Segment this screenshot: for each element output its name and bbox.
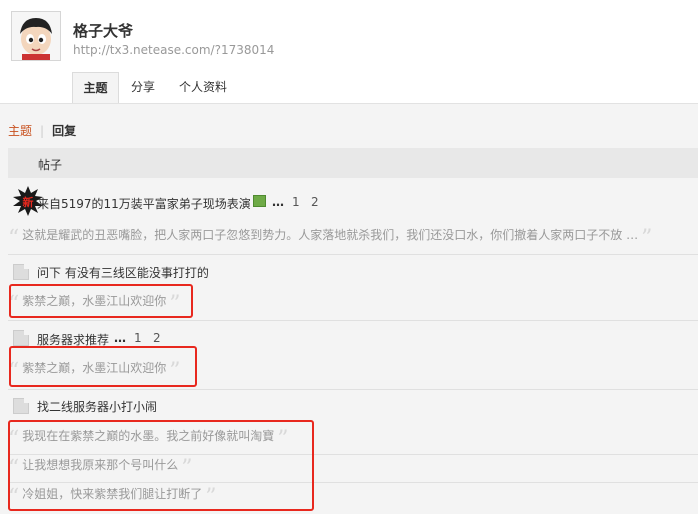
reply-quote[interactable]: “紫禁之巅，水墨江山欢迎你” [8, 359, 181, 385]
open-quote-icon: “ [8, 292, 20, 317]
row-divider [8, 389, 698, 390]
open-quote-icon: “ [8, 226, 20, 251]
filter-separator: | [40, 124, 45, 138]
profile-name[interactable]: 格子大爷 [73, 20, 133, 41]
profile-header: 格子大爷 http://tx3.netease.com/?1738014 主题 … [0, 0, 698, 104]
reply-text: 这就是耀武的丑恶嘴脸，把人家两口子忽悠到势力。人家落地就杀我们，我们还没口水，你… [22, 228, 639, 242]
row-divider [8, 254, 698, 255]
reply-quote[interactable]: “冷姐姐，快来紫禁我们腿让打断了” [8, 485, 217, 511]
tab-topics[interactable]: 主题 [72, 72, 119, 103]
row-divider [8, 454, 698, 455]
reply-quote[interactable]: “紫禁之巅，水墨江山欢迎你” [8, 292, 181, 318]
open-quote-icon: “ [8, 359, 20, 384]
row-divider [8, 320, 698, 321]
open-quote-icon: “ [8, 427, 20, 452]
close-quote-icon: ” [277, 427, 289, 452]
profile-url[interactable]: http://tx3.netease.com/?1738014 [73, 43, 274, 57]
row-divider [8, 482, 698, 483]
new-badge-label: 新 [23, 195, 34, 209]
tab-profile-info[interactable]: 个人资料 [168, 72, 238, 103]
thread-title[interactable]: 来自5197的11万装平富家弟子现场表演 [37, 195, 251, 212]
reply-text: 紫禁之巅，水墨江山欢迎你 [22, 361, 167, 375]
title-ellipsis: … [114, 331, 126, 345]
thread-doc-icon [13, 398, 29, 414]
open-quote-icon: “ [8, 456, 20, 481]
filter-replies-link[interactable]: 回复 [52, 124, 76, 138]
close-quote-icon: ” [169, 359, 181, 384]
page-link[interactable]: 2 [153, 331, 161, 345]
reply-quote[interactable]: “让我想想我原来那个号叫什么” [8, 456, 193, 482]
page-link[interactable]: 2 [311, 195, 319, 209]
thread-doc-icon [13, 264, 29, 280]
avatar[interactable] [11, 11, 61, 61]
thread-title[interactable]: 服务器求推荐 [37, 331, 109, 348]
page-link[interactable]: 1 [292, 195, 300, 209]
reply-quote[interactable]: “这就是耀武的丑恶嘴脸，把人家两口子忽悠到势力。人家落地就杀我们，我们还没口水，… [8, 226, 652, 252]
filter-topics-link[interactable]: 主题 [8, 124, 32, 138]
open-quote-icon: “ [8, 485, 20, 510]
posts-column-header: 帖子 [38, 158, 63, 172]
close-quote-icon: ” [641, 226, 653, 251]
close-quote-icon: ” [205, 485, 217, 510]
reply-text: 我现在在紫禁之巅的水墨。我之前好像就叫淘寶 [22, 429, 275, 443]
tab-share[interactable]: 分享 [120, 72, 166, 103]
close-quote-icon: ” [181, 456, 193, 481]
reply-quote[interactable]: “我现在在紫禁之巅的水墨。我之前好像就叫淘寶” [8, 427, 289, 453]
title-ellipsis: … [272, 195, 284, 209]
thread-title[interactable]: 问下 有没有三线区能没事打打的 [37, 264, 209, 281]
reply-text: 让我想想我原来那个号叫什么 [22, 458, 179, 472]
filter-bar: 主题 | 回复 [8, 124, 76, 138]
header-icon-column [8, 148, 30, 178]
page-link[interactable]: 1 [134, 331, 142, 345]
reply-text: 冷姐姐，快来紫禁我们腿让打断了 [22, 487, 203, 501]
avatar-cartoon-icon [12, 12, 60, 60]
thread-title[interactable]: 找二线服务器小打小闹 [37, 398, 157, 415]
close-quote-icon: ” [169, 292, 181, 317]
table-header: 帖子 [8, 148, 698, 178]
thread-doc-icon [13, 330, 29, 346]
reply-text: 紫禁之巅，水墨江山欢迎你 [22, 294, 167, 308]
image-attachment-icon [253, 195, 266, 207]
